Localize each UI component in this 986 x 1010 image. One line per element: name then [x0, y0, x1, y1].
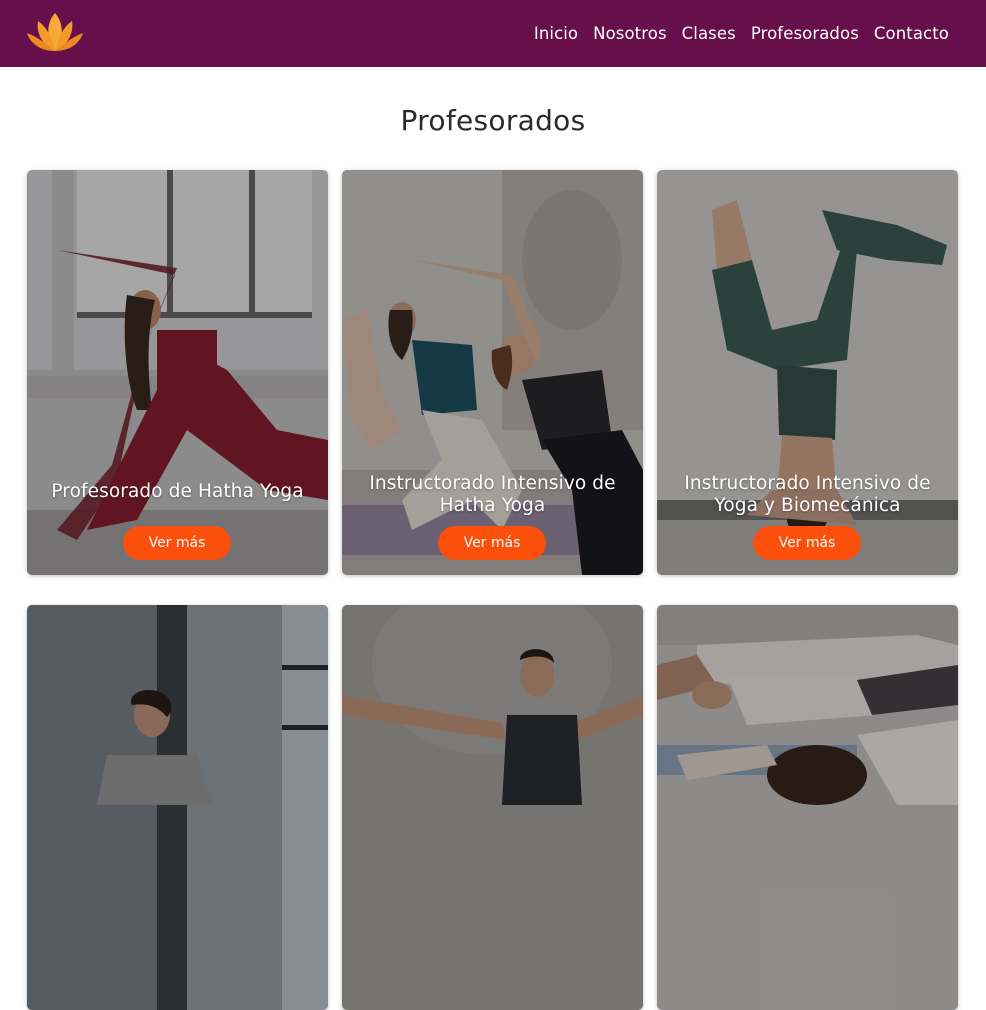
- nav-link-profesorados[interactable]: Profesorados: [751, 24, 859, 43]
- lotus-icon[interactable]: [26, 11, 84, 53]
- nav-link-nosotros[interactable]: Nosotros: [593, 24, 667, 43]
- nav-link-inicio[interactable]: Inicio: [534, 24, 578, 43]
- course-card-biomecanica[interactable]: Instructorado Intensivo de Yoga y Biomec…: [657, 170, 958, 575]
- top-navbar: Inicio Nosotros Clases Profesorados Cont…: [0, 0, 986, 67]
- course-card-6[interactable]: [657, 605, 958, 1010]
- course-card-hatha-yoga[interactable]: Profesorado de Hatha Yoga Ver más: [27, 170, 328, 575]
- ver-mas-button[interactable]: Ver más: [438, 526, 546, 560]
- course-card-5[interactable]: [342, 605, 643, 1010]
- main-nav: Inicio Nosotros Clases Profesorados Cont…: [534, 0, 949, 67]
- course-card-instructorado-hatha[interactable]: Instructorado Intensivo de Hatha Yoga Ve…: [342, 170, 643, 575]
- page-title: Profesorados: [400, 104, 586, 137]
- nav-link-clases[interactable]: Clases: [682, 24, 736, 43]
- ver-mas-button[interactable]: Ver más: [753, 526, 861, 560]
- card-title: Profesorado de Hatha Yoga: [51, 481, 304, 502]
- course-card-4[interactable]: [27, 605, 328, 1010]
- card-title: Instructorado Intensivo de Yoga y Biomec…: [684, 473, 931, 516]
- nav-link-contacto[interactable]: Contacto: [874, 24, 949, 43]
- card-title: Instructorado Intensivo de Hatha Yoga: [369, 473, 616, 516]
- ver-mas-button[interactable]: Ver más: [123, 526, 231, 560]
